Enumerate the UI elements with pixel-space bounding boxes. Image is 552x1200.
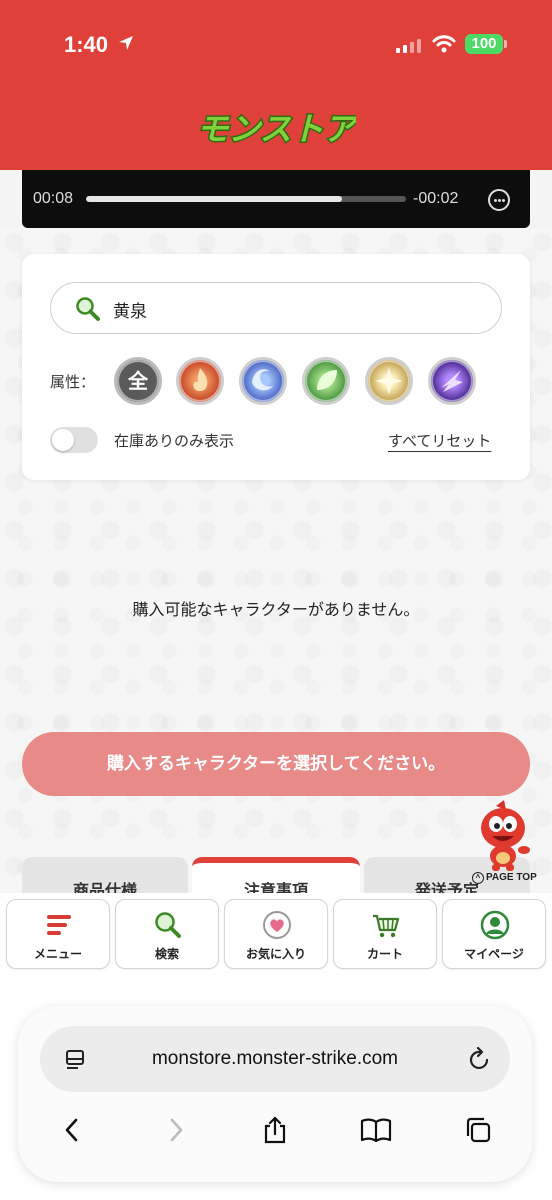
monstore-logo[interactable]: モンストア xyxy=(196,104,356,150)
fire-icon xyxy=(193,368,208,391)
cellular-signal-icon xyxy=(396,38,421,53)
nav-search-button[interactable]: 検索 xyxy=(115,899,219,969)
search-query: 黄泉 xyxy=(113,302,147,322)
leaf-icon xyxy=(317,370,337,390)
attribute-light-button[interactable] xyxy=(365,357,413,405)
nav-menu-label: メニュー xyxy=(33,947,82,961)
attribute-label: 属性： xyxy=(50,373,96,391)
nav-cart-button[interactable]: カート xyxy=(333,899,437,969)
cart-icon xyxy=(373,914,400,938)
battery-icon: 100 xyxy=(465,34,503,54)
location-arrow-icon xyxy=(119,36,133,50)
search-icon xyxy=(76,297,100,321)
video-player-bar[interactable]: 00:08 -00:02 xyxy=(22,170,530,228)
address-bar[interactable]: monstore.monster-strike.com xyxy=(40,1026,510,1092)
nav-menu-button[interactable]: メニュー xyxy=(6,899,110,969)
search-icon xyxy=(155,912,181,938)
url-text: monstore.monster-strike.com xyxy=(151,1048,398,1069)
reload-icon[interactable] xyxy=(468,1046,492,1072)
share-icon[interactable] xyxy=(262,1116,288,1144)
battery-tip xyxy=(504,40,507,48)
attribute-fire-button[interactable] xyxy=(176,357,224,405)
nav-cart-label: カート xyxy=(366,947,403,961)
attribute-dark-button[interactable] xyxy=(428,357,476,405)
stock-only-toggle[interactable] xyxy=(50,427,98,453)
nav-mypage-label: マイページ xyxy=(464,947,524,961)
more-options-icon[interactable] xyxy=(488,189,510,211)
nav-search-label: 検索 xyxy=(154,947,179,961)
arrow-up-icon: ^ xyxy=(472,872,484,884)
heart-icon xyxy=(263,911,291,939)
nav-favorites-button[interactable]: お気に入り xyxy=(224,899,328,969)
page-top-button[interactable]: ^ PAGE TOP xyxy=(472,872,537,884)
wifi-icon xyxy=(432,35,456,53)
nav-favorites-label: お気に入り xyxy=(245,947,306,961)
bookmarks-icon[interactable] xyxy=(360,1116,392,1144)
stock-only-label: 在庫ありのみ表示 xyxy=(114,432,235,450)
search-input[interactable]: 黄泉 xyxy=(50,282,502,334)
search-card: 黄泉 属性： 全 在庫ありのみ表示 すべてリセット xyxy=(22,254,530,480)
mascot-character[interactable] xyxy=(474,800,532,872)
dark-icon xyxy=(441,370,463,392)
video-remaining-time: -00:02 xyxy=(413,190,459,207)
svg-text:モンストア: モンストア xyxy=(196,110,356,148)
select-character-button[interactable]: 購入するキャラクターを選択してください。 xyxy=(22,732,530,796)
nav-mypage-button[interactable]: マイページ xyxy=(442,899,546,969)
tabs-icon[interactable] xyxy=(464,1116,492,1144)
back-arrow-icon[interactable] xyxy=(60,1116,84,1144)
attribute-water-button[interactable] xyxy=(239,357,287,405)
light-icon xyxy=(375,367,403,395)
page-top-label: PAGE TOP xyxy=(486,872,537,883)
attribute-all-button[interactable]: 全 xyxy=(114,357,162,405)
video-progress-fill xyxy=(86,196,342,202)
water-icon xyxy=(252,369,273,391)
browser-toolbar: monstore.monster-strike.com xyxy=(18,1006,532,1182)
user-icon xyxy=(480,910,510,940)
attribute-all-label: 全 xyxy=(128,369,148,393)
attribute-wood-button[interactable] xyxy=(302,357,350,405)
video-scrubber[interactable] xyxy=(86,196,406,202)
bottom-navigation: メニュー 検索 お気に入り カート マイページ xyxy=(0,893,552,979)
forward-arrow-icon[interactable] xyxy=(164,1116,188,1144)
app-header: 1:40 100 モンストア xyxy=(0,0,552,170)
reset-all-link[interactable]: すべてリセット xyxy=(388,430,491,451)
empty-results-message: 購入可能なキャラクターがありません。 xyxy=(132,600,420,619)
menu-icon xyxy=(47,915,71,935)
video-elapsed-time: 00:08 xyxy=(33,190,74,207)
toggle-knob xyxy=(52,429,74,451)
status-time: 1:40 xyxy=(64,32,109,57)
